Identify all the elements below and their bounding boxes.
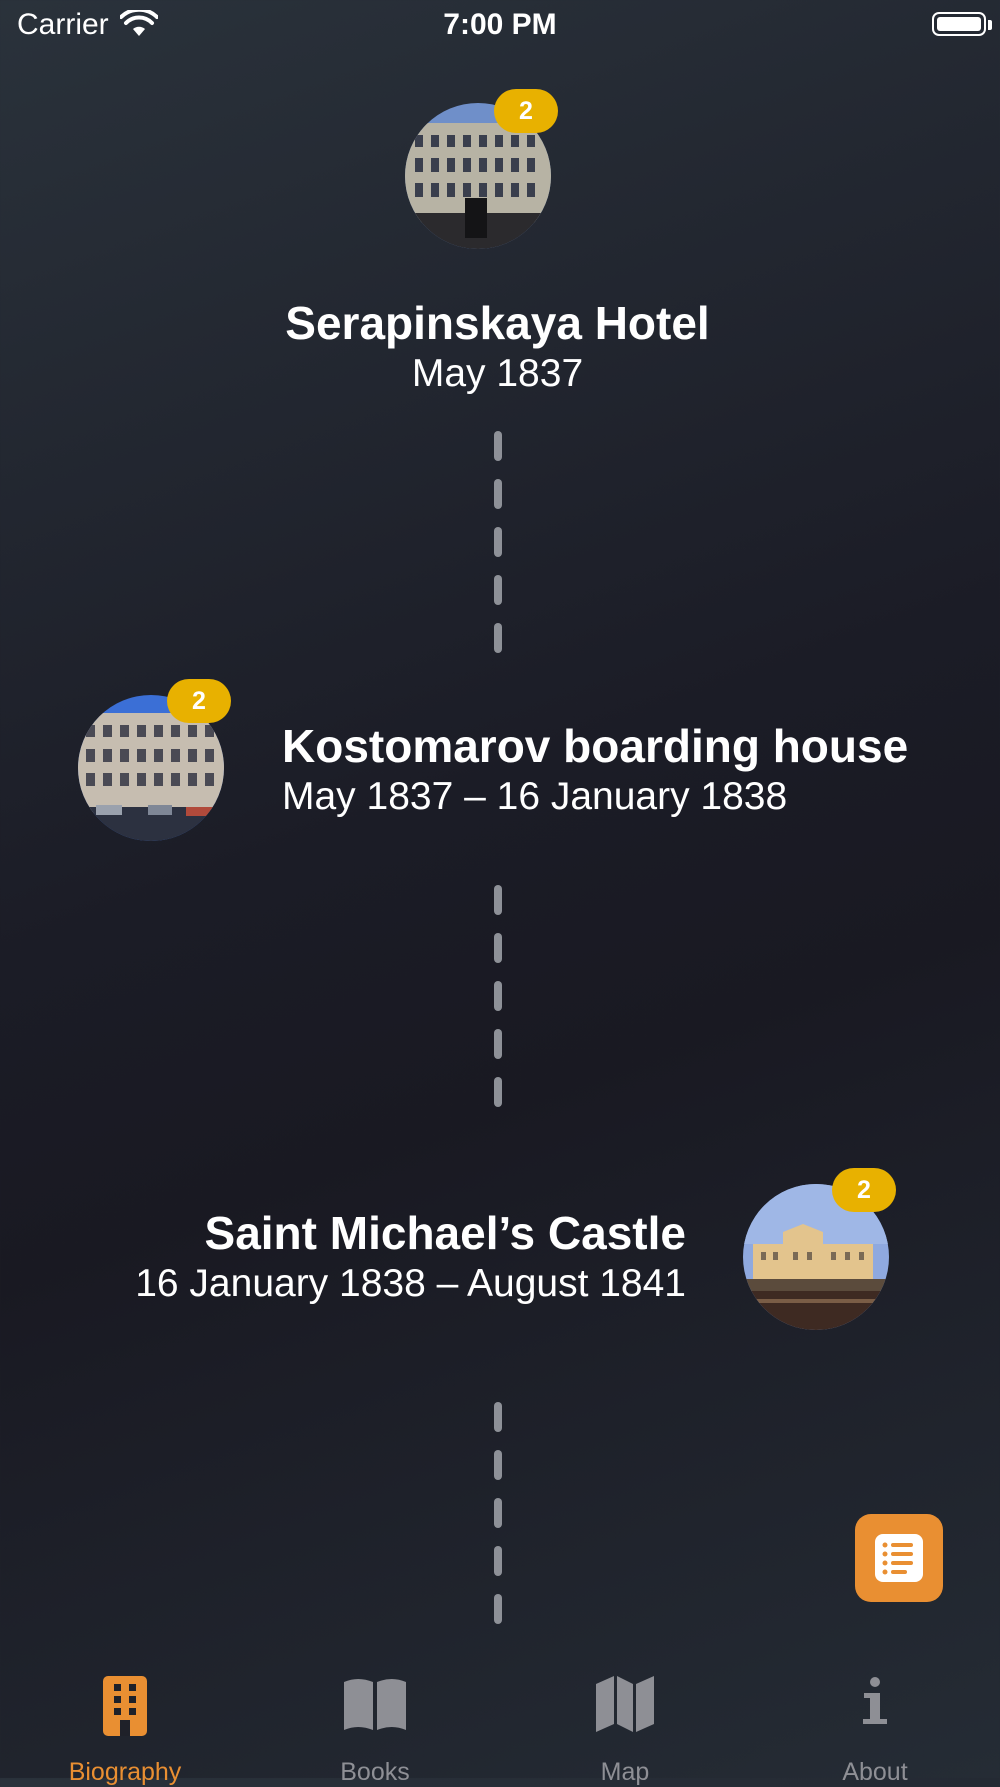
tab-books[interactable]: Books: [250, 1660, 500, 1786]
timeline-stop-serapinskaya[interactable]: 2 Serapinskaya Hotel May 1837: [0, 0, 1000, 400]
timeline-stop-saint-michaels-castle[interactable]: Saint Michael’s Castle 16 January 1838 –…: [0, 1150, 1000, 1350]
place-dates: May 1837: [411, 352, 584, 395]
building-icon: [103, 1676, 147, 1741]
tab-about[interactable]: About: [750, 1660, 1000, 1786]
tab-label: Biography: [68, 1758, 182, 1786]
place-title: Kostomarov boarding house: [282, 720, 909, 772]
tab-biography[interactable]: Biography: [0, 1660, 250, 1786]
count-badge: 2: [832, 1168, 896, 1212]
tab-label: Books: [340, 1758, 410, 1786]
count-badge: 2: [494, 89, 558, 133]
place-dates: 16 January 1838 – August 1841: [135, 1262, 686, 1305]
tab-bar: Biography Books Map About: [0, 1660, 1000, 1786]
map-icon: [596, 1676, 654, 1737]
tab-map[interactable]: Map: [500, 1660, 750, 1786]
book-icon: [342, 1676, 408, 1735]
list-icon: [875, 1534, 923, 1582]
timeline-stop-kostomarov[interactable]: 2 Kostomarov boarding house May 1837 – 1…: [0, 660, 1000, 860]
tab-label: About: [842, 1758, 908, 1786]
count-badge: 2: [167, 679, 231, 723]
place-dates: May 1837 – 16 January 1838: [282, 775, 788, 818]
list-view-button[interactable]: [855, 1514, 943, 1602]
place-title: Saint Michael’s Castle: [204, 1207, 686, 1259]
tab-label: Map: [600, 1758, 650, 1786]
place-title: Serapinskaya Hotel: [285, 297, 710, 349]
info-icon: [860, 1676, 890, 1731]
